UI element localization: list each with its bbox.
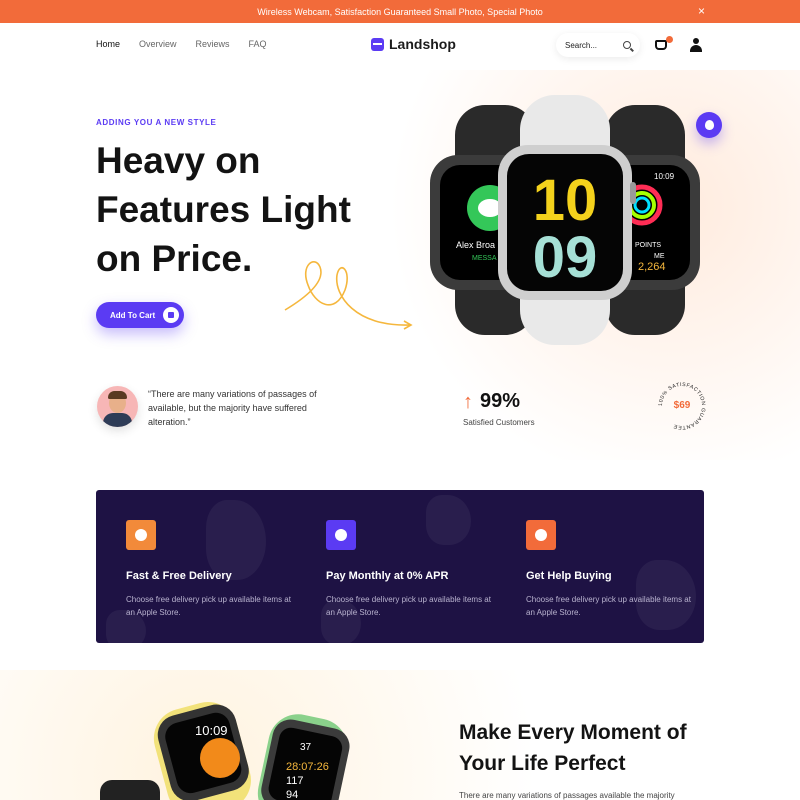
apple-icon[interactable]: [696, 112, 722, 138]
watch-left-sub: MESSA: [472, 255, 497, 262]
seal-price: $69: [673, 400, 691, 411]
feature-text: Choose free delivery pick up available i…: [326, 595, 491, 617]
close-icon[interactable]: ×: [698, 4, 705, 18]
hero-title-line: Features Light: [96, 189, 351, 230]
announcement-text: Wireless Webcam, Satisfaction Guaranteed…: [257, 6, 543, 17]
watch-right-points: 2,264: [638, 261, 666, 273]
watch-right-time: 10:09: [654, 172, 675, 181]
watch-bottom-right-time1: 37: [300, 742, 312, 753]
brand-name: Landshop: [389, 36, 456, 52]
feature-text: Choose free delivery pick up available i…: [526, 595, 691, 617]
watch-bottom-right-num2: 94: [286, 789, 298, 800]
user-icon[interactable]: [690, 38, 702, 52]
search-placeholder: Search...: [565, 40, 598, 50]
chat-icon: [526, 520, 556, 550]
main-nav: Home Overview Reviews FAQ: [96, 39, 267, 49]
dollar-icon: [326, 520, 356, 550]
avatar: [97, 386, 138, 427]
section-text: There are many variations of passages av…: [459, 791, 675, 800]
testimonial-quote: “There are many variations of passages o…: [148, 389, 317, 427]
feature-help: Get Help Buying Choose free delivery pic…: [526, 520, 696, 619]
watch-hour: 10: [533, 168, 598, 233]
feature-delivery: Fast & Free Delivery Choose free deliver…: [126, 520, 296, 619]
hero-eyebrow: ADDING YOU A NEW STYLE: [96, 118, 217, 127]
nav-link-home[interactable]: Home: [96, 39, 120, 49]
cart-badge: [666, 36, 673, 43]
watch-lifestyle-image: 10:09 37 28:07:26 117 94: [100, 701, 350, 800]
stat-block: ↑ 99%: [463, 390, 520, 413]
bag-icon: [163, 307, 179, 323]
basket-icon[interactable]: [655, 40, 667, 50]
stat-label: Satisfied Customers: [463, 418, 535, 427]
add-to-cart-button[interactable]: Add To Cart: [96, 302, 184, 328]
feature-title: Fast & Free Delivery: [126, 570, 232, 582]
announcement-bar: Wireless Webcam, Satisfaction Guaranteed…: [0, 0, 800, 23]
section-title-line: Your Life Perfect: [459, 752, 626, 775]
watch-left-name: Alex Broa: [456, 240, 495, 250]
feature-text: Choose free delivery pick up available i…: [126, 595, 291, 617]
hero-title-line: on Price.: [96, 238, 253, 279]
feature-title: Pay Monthly at 0% APR: [326, 570, 449, 582]
search-icon[interactable]: [623, 41, 631, 49]
watch-right-me: ME: [654, 253, 665, 260]
section-title: Make Every Moment of Your Life Perfect: [459, 717, 719, 779]
watch-bottom-right-num1: 117: [286, 775, 304, 787]
arrow-up-icon: ↑: [463, 390, 473, 413]
stat-value: 99%: [480, 390, 521, 412]
nav-link-overview[interactable]: Overview: [139, 39, 177, 49]
watch-right-label: POINTS: [635, 242, 661, 249]
watch-bottom-left-time: 10:09: [195, 723, 228, 738]
box-icon: [126, 520, 156, 550]
features-panel: Fast & Free Delivery Choose free deliver…: [96, 490, 704, 643]
watch-hero-image: Alex Broa MESSA 10:09 POINTS ME 2,264 10…: [430, 95, 700, 345]
shop-icon: [371, 37, 384, 51]
nav-link-reviews[interactable]: Reviews: [196, 39, 230, 49]
nav-link-faq[interactable]: FAQ: [249, 39, 267, 49]
squiggle-arrow: [284, 261, 413, 330]
section-title-line: Make Every Moment of: [459, 721, 687, 744]
feature-monthly: Pay Monthly at 0% APR Choose free delive…: [326, 520, 496, 619]
add-to-cart-label: Add To Cart: [110, 310, 156, 320]
search-input[interactable]: Search...: [556, 33, 640, 57]
watch-minute: 09: [533, 225, 598, 290]
feature-title: Get Help Buying: [526, 570, 612, 582]
brand-logo[interactable]: Landshop: [371, 36, 456, 52]
hero-title-line: Heavy on: [96, 140, 261, 181]
watch-bottom-right-time2: 28:07:26: [286, 761, 329, 773]
